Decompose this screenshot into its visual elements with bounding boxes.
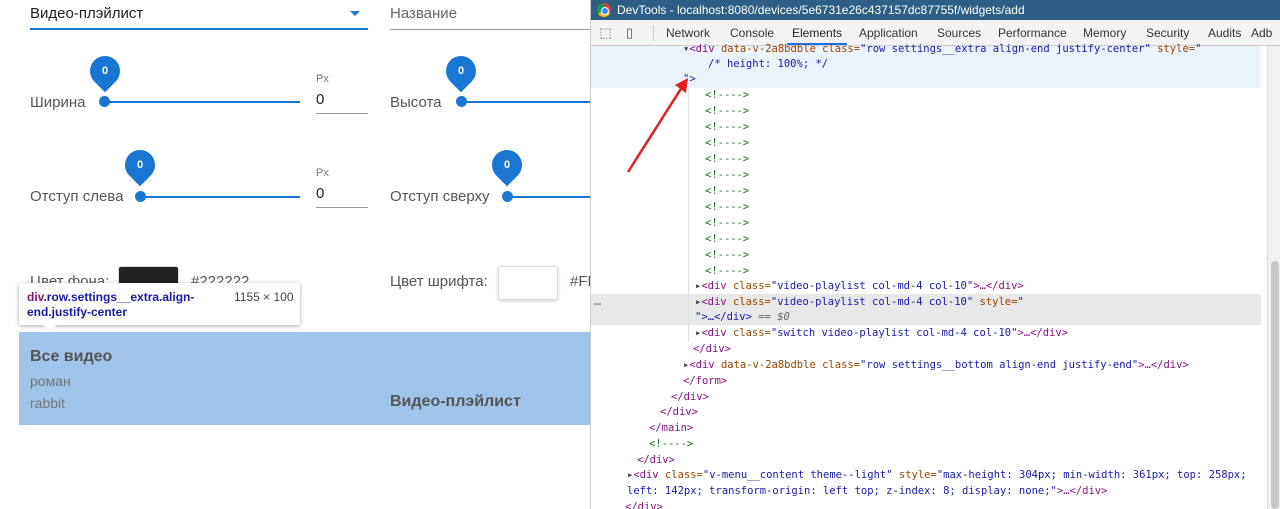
inspected-element-highlight: Все видео роман rabbit Видео-плэйлист xyxy=(19,332,590,425)
code-comment[interactable]: <!----> xyxy=(705,232,749,247)
elements-scrollbar[interactable] xyxy=(1267,46,1280,509)
tooltip-tail xyxy=(43,325,57,332)
tab-security[interactable]: Security xyxy=(1146,26,1189,40)
devtools-title-bar: DevTools - localhost:8080/devices/5e6731… xyxy=(591,0,1280,20)
offset-top-slider-thumb[interactable] xyxy=(502,191,513,202)
tab-audits[interactable]: Audits xyxy=(1208,26,1241,40)
caret-down-icon xyxy=(350,11,360,16)
code-line[interactable]: ">…</div> == $0 xyxy=(695,310,790,325)
code-line[interactable]: </div> xyxy=(660,405,698,420)
height-slider-thumb[interactable] xyxy=(456,96,467,107)
width-unit: Px xyxy=(316,73,329,85)
tab-console[interactable]: Console xyxy=(730,26,774,40)
code-comment[interactable]: <!----> xyxy=(705,200,749,215)
code-comment[interactable]: <!----> xyxy=(705,152,749,167)
code-line[interactable]: ▸<div class="switch video-playlist col-m… xyxy=(695,326,1068,341)
offset-top-label: Отступ сверху xyxy=(390,188,490,205)
code-line[interactable]: </div> xyxy=(671,390,709,405)
code-line[interactable]: /* height: 100%; */ xyxy=(708,57,828,72)
offset-left-slider-thumb[interactable] xyxy=(135,191,146,202)
code-comment[interactable]: <!----> xyxy=(705,264,749,279)
offset-left-input[interactable]: 0 xyxy=(316,182,368,208)
name-input[interactable]: Название xyxy=(390,0,590,30)
tooltip-dimensions: 1155 × 100 xyxy=(234,290,294,304)
offset-top-slider-track[interactable] xyxy=(507,196,590,198)
height-label: Высота xyxy=(390,94,442,111)
tab-separator xyxy=(653,25,654,41)
inspect-tooltip: div.row.settings__extra.align-end.justif… xyxy=(19,283,300,332)
width-pin-value: 0 xyxy=(101,65,109,77)
tab-adb[interactable]: Adb xyxy=(1251,26,1272,40)
height-pin-value: 0 xyxy=(457,65,465,77)
font-color-swatch[interactable] xyxy=(498,266,558,300)
all-videos-title: Все видео xyxy=(30,348,113,365)
font-color-hex: #FF xyxy=(570,273,590,290)
tab-elements[interactable]: Elements xyxy=(792,26,842,40)
tooltip-selector: div.row.settings__extra.align-end.justif… xyxy=(27,290,195,319)
code-line[interactable]: ▸<div class="video-playlist col-md-4 col… xyxy=(695,295,1024,310)
code-comment[interactable]: <!----> xyxy=(705,216,749,231)
tab-memory[interactable]: Memory xyxy=(1083,26,1126,40)
tab-performance[interactable]: Performance xyxy=(998,26,1067,40)
offset-left-label: Отступ слева xyxy=(30,188,124,205)
code-comment[interactable]: <!----> xyxy=(705,88,749,103)
tab-network[interactable]: Network xyxy=(666,26,710,40)
video-item[interactable]: роман xyxy=(30,373,71,389)
offset-top-pin-value: 0 xyxy=(503,159,511,171)
widget-settings-form: Видео-плэйлист Название Ширина 0 Px 0 Вы… xyxy=(0,0,590,509)
code-comment[interactable]: <!----> xyxy=(705,248,749,263)
code-line[interactable]: </form> xyxy=(683,374,727,389)
font-color-label: Цвет шрифта: xyxy=(390,273,488,290)
indent-guide xyxy=(688,88,689,342)
code-line[interactable]: ▸<div class="v-menu__content theme--ligh… xyxy=(627,468,1247,483)
code-comment[interactable]: <!----> xyxy=(705,120,749,135)
chrome-logo-icon xyxy=(597,3,611,17)
node-actions-icon[interactable]: … xyxy=(594,294,601,308)
playlist-title: Видео-плэйлист xyxy=(390,393,521,410)
code-comment[interactable]: <!----> xyxy=(705,136,749,151)
width-slider-thumb[interactable] xyxy=(99,96,110,107)
devtools-title: DevTools - localhost:8080/devices/5e6731… xyxy=(617,3,1025,17)
code-line[interactable]: </div> xyxy=(637,453,675,468)
code-line[interactable]: left: 142px; transform-origin: left top;… xyxy=(627,484,1107,499)
code-comment[interactable]: <!----> xyxy=(705,104,749,119)
tab-application[interactable]: Application xyxy=(859,26,918,40)
offset-left-pin-value: 0 xyxy=(136,159,144,171)
code-line[interactable]: </div> xyxy=(625,500,663,509)
code-line[interactable]: ▾<div data-v-2a8bdble class="row setting… xyxy=(683,42,1201,57)
code-comment[interactable]: <!----> xyxy=(705,168,749,183)
code-line[interactable]: "> xyxy=(683,72,696,87)
elements-tree: … ▾<div data-v-2a8bdble class="row setti… xyxy=(591,43,1267,509)
code-line[interactable]: ▸<div class="video-playlist col-md-4 col… xyxy=(695,279,1024,294)
width-input[interactable]: 0 xyxy=(316,88,368,114)
code-comment[interactable]: <!----> xyxy=(705,184,749,199)
device-toolbar-icon[interactable]: ▯ xyxy=(623,26,636,39)
tab-sources[interactable]: Sources xyxy=(937,26,981,40)
devtools-window: DevTools - localhost:8080/devices/5e6731… xyxy=(590,0,1280,509)
code-comment[interactable]: <!----> xyxy=(649,437,693,452)
code-line[interactable]: </main> xyxy=(649,421,693,436)
offset-left-slider-track[interactable] xyxy=(140,196,300,198)
offset-left-unit: Px xyxy=(316,167,329,179)
scrollbar-thumb[interactable] xyxy=(1271,261,1279,509)
video-item[interactable]: rabbit xyxy=(30,395,65,411)
height-slider-track[interactable] xyxy=(461,101,590,103)
width-label: Ширина xyxy=(30,94,86,111)
code-line[interactable]: </div> xyxy=(693,342,731,357)
widget-type-select[interactable]: Видео-плэйлист xyxy=(30,0,368,30)
name-placeholder: Название xyxy=(390,5,458,22)
widget-type-value: Видео-плэйлист xyxy=(30,5,144,22)
width-slider-track[interactable] xyxy=(104,101,300,103)
inspect-element-icon[interactable]: ⬚ xyxy=(599,26,612,39)
code-line[interactable]: ▸<div data-v-2a8bdble class="row setting… xyxy=(683,358,1189,373)
